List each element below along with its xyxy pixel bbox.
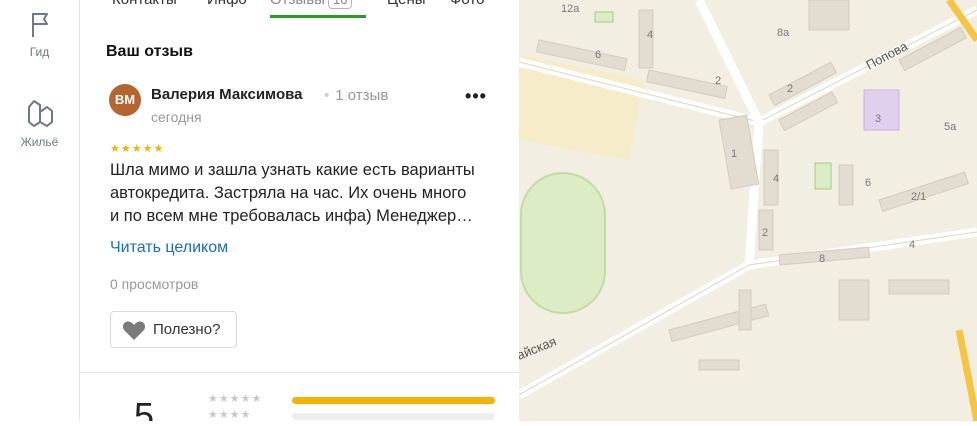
more-options-icon[interactable]: ••• (463, 86, 489, 106)
tab-photos[interactable]: Фото (450, 0, 484, 8)
house-number: 1 (731, 148, 737, 160)
rating-bar-stars: ★★★★ (208, 409, 252, 421)
rating-bar-fill (292, 397, 495, 404)
map-canvas[interactable]: Попова айская 12а 4 6 2 8а 2 3 5а 1 4 6 … (515, 0, 977, 422)
rail-item-guide[interactable]: Гид (0, 10, 79, 59)
rail-item-housing[interactable]: Жильё (0, 98, 79, 149)
rating-bar-row: ★★★★ (208, 409, 508, 421)
house-number: 2 (762, 227, 768, 239)
author-reviews-count-text: 1 отзыв (335, 87, 389, 104)
read-more-link[interactable]: Читать целиком (110, 239, 228, 257)
rating-bar-track (292, 397, 495, 404)
views-count: 0 просмотров (110, 276, 199, 292)
tab-info[interactable]: Инфо (207, 0, 247, 8)
section-title: Ваш отзыв (106, 43, 193, 60)
review-text-line: автокредита. Застряла на час. Их очень м… (110, 184, 467, 202)
review-text-line: Шла мимо и зашла узнать какие есть вариа… (110, 161, 475, 179)
tab-reviews[interactable]: Отзывы16 (270, 0, 353, 9)
map-green-plot (594, 11, 614, 23)
heart-icon (122, 321, 146, 340)
flag-icon (31, 13, 48, 37)
rating-bar-stars: ★★★★★ (208, 393, 263, 405)
divider (80, 372, 519, 373)
house-icon (27, 100, 53, 127)
author-reviews-count: • 1 отзыв (324, 87, 389, 104)
house-number: 2 (787, 83, 793, 95)
house-number: 2 (715, 75, 721, 87)
house-number: 8 (819, 253, 825, 265)
review-stars: ★★★★★ (110, 143, 165, 155)
tab-reviews-label: Отзывы (270, 0, 325, 8)
left-rail: Гид Жильё (0, 0, 80, 421)
house-number: 8а (777, 27, 790, 39)
house-number: 2/1 (911, 191, 926, 203)
map-building-purple (863, 89, 900, 131)
house-number: 12а (561, 3, 580, 15)
review-author[interactable]: Валерия Максимова (151, 86, 302, 103)
useful-button-label: Полезно? (153, 321, 221, 338)
rail-item-label: Гид (29, 45, 50, 59)
rating-bar-row: ★★★★★ (208, 393, 508, 408)
review-text-line: и по всем мне требовалась инфа) Менеджер… (110, 207, 473, 225)
map-stadium (520, 172, 606, 314)
house-number: 6 (595, 49, 601, 61)
rating-bar-track (292, 413, 495, 420)
rail-item-label: Жильё (20, 135, 59, 149)
house-number: 3 (875, 113, 881, 125)
map[interactable]: Попова айская 12а 4 6 2 8а 2 3 5а 1 4 6 … (515, 0, 977, 422)
house-number: 4 (773, 173, 779, 185)
house-number: 5а (944, 121, 957, 133)
place-panel: Контакты Инфо Отзывы16 Цены Фото Ваш отз… (80, 0, 519, 421)
house-number: 6 (865, 177, 871, 189)
review-date: сегодня (151, 109, 202, 125)
tab-prices[interactable]: Цены (387, 0, 426, 8)
review-text: Шла мимо и зашла узнать какие есть вариа… (110, 159, 495, 228)
house-number: 4 (909, 239, 915, 251)
overall-rating: 5 (134, 395, 155, 421)
house-number: 4 (647, 29, 653, 41)
tab-contacts[interactable]: Контакты (112, 0, 177, 8)
tab-bar: Контакты Инфо Отзывы16 Цены Фото (80, 0, 519, 27)
map-green-plot (814, 162, 832, 190)
useful-button[interactable]: Полезно? (110, 311, 237, 348)
active-tab-indicator (270, 15, 366, 18)
avatar[interactable]: ВМ (109, 84, 141, 116)
reviews-count-badge: 16 (327, 0, 353, 9)
